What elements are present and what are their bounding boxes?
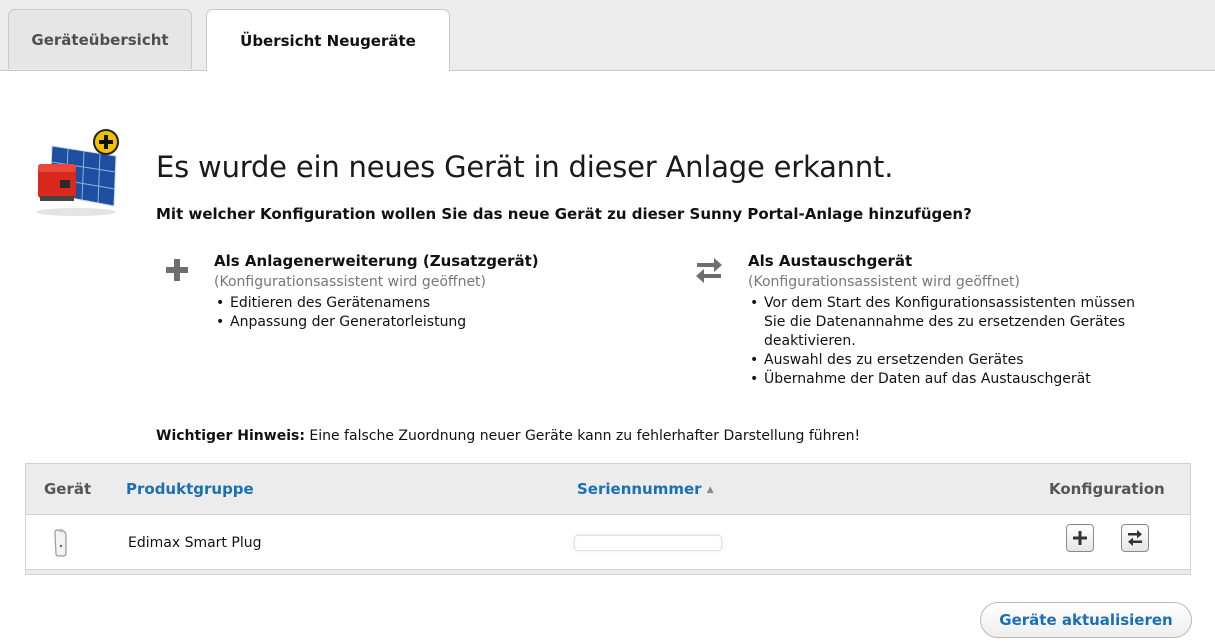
add-as-replacement-button[interactable] [1121, 524, 1149, 552]
page-title: Es wurde ein neues Gerät in dieser Anlag… [156, 150, 894, 184]
solar-device-add-icon [36, 129, 119, 216]
product-group-cell: Edimax Smart Plug [128, 535, 262, 551]
refresh-devices-button[interactable]: Geräte aktualisieren [980, 602, 1192, 638]
tab-bar: Geräteübersicht Übersicht Neugeräte [0, 0, 1215, 71]
list-item: Auswahl des zu ersetzenden Gerätes [748, 351, 1135, 370]
column-header-serial-number[interactable]: Seriennummer ▲ [577, 480, 714, 498]
serial-header-label: Seriennummer [577, 480, 702, 498]
list-item: Anpassung der Generatorleistung [214, 313, 466, 332]
list-item: Editieren des Gerätenamens [214, 294, 466, 313]
new-devices-table: Gerät Produktgruppe Seriennummer ▲ Konfi… [25, 463, 1191, 575]
serial-number-cell [574, 535, 722, 551]
list-item: Vor dem Start des Konfigurationsassisten… [748, 294, 1135, 313]
option-extension-title[interactable]: Als Anlagenerweiterung (Zusatzgerät) [214, 252, 539, 270]
important-hint: Wichtiger Hinweis: Eine falsche Zuordnun… [156, 428, 860, 444]
tab-new-devices-overview[interactable]: Übersicht Neugeräte [206, 9, 450, 71]
plus-icon [1073, 531, 1087, 545]
column-header-product-group[interactable]: Produktgruppe [126, 480, 254, 498]
tab-device-overview[interactable]: Geräteübersicht [8, 9, 192, 69]
list-item: Übernahme der Daten auf das Austauschger… [748, 370, 1135, 389]
table-header: Gerät Produktgruppe Seriennummer ▲ Konfi… [26, 464, 1190, 514]
column-header-device: Gerät [44, 480, 92, 498]
list-item-continuation: deaktivieren. [764, 333, 856, 349]
sort-ascending-icon: ▲ [706, 485, 714, 495]
option-replacement-note: (Konfigurationsassistent wird geöffnet) [748, 274, 1021, 290]
option-extension-note: (Konfigurationsassistent wird geöffnet) [214, 274, 487, 290]
page-subtitle: Mit welcher Konfiguration wollen Sie das… [156, 205, 972, 223]
column-header-configuration: Konfiguration [1049, 480, 1165, 498]
plus-icon [166, 259, 188, 281]
list-item-continuation: Sie die Datenannahme des zu ersetzenden … [764, 314, 1126, 330]
hint-text: Eine falsche Zuordnung neuer Geräte kann… [304, 428, 861, 444]
option-replacement-list: Vor dem Start des Konfigurationsassisten… [748, 294, 1135, 389]
swap-arrows-icon [1128, 530, 1142, 546]
option-extension-list: Editieren des Gerätenamens Anpassung der… [214, 294, 466, 332]
option-replacement-title[interactable]: Als Austauschgerät [748, 252, 912, 270]
smart-plug-icon [54, 529, 67, 557]
swap-arrows-icon [696, 258, 722, 283]
add-as-extension-button[interactable] [1066, 524, 1094, 552]
hint-label: Wichtiger Hinweis: [156, 428, 305, 444]
table-row: Edimax Smart Plug [26, 514, 1190, 570]
